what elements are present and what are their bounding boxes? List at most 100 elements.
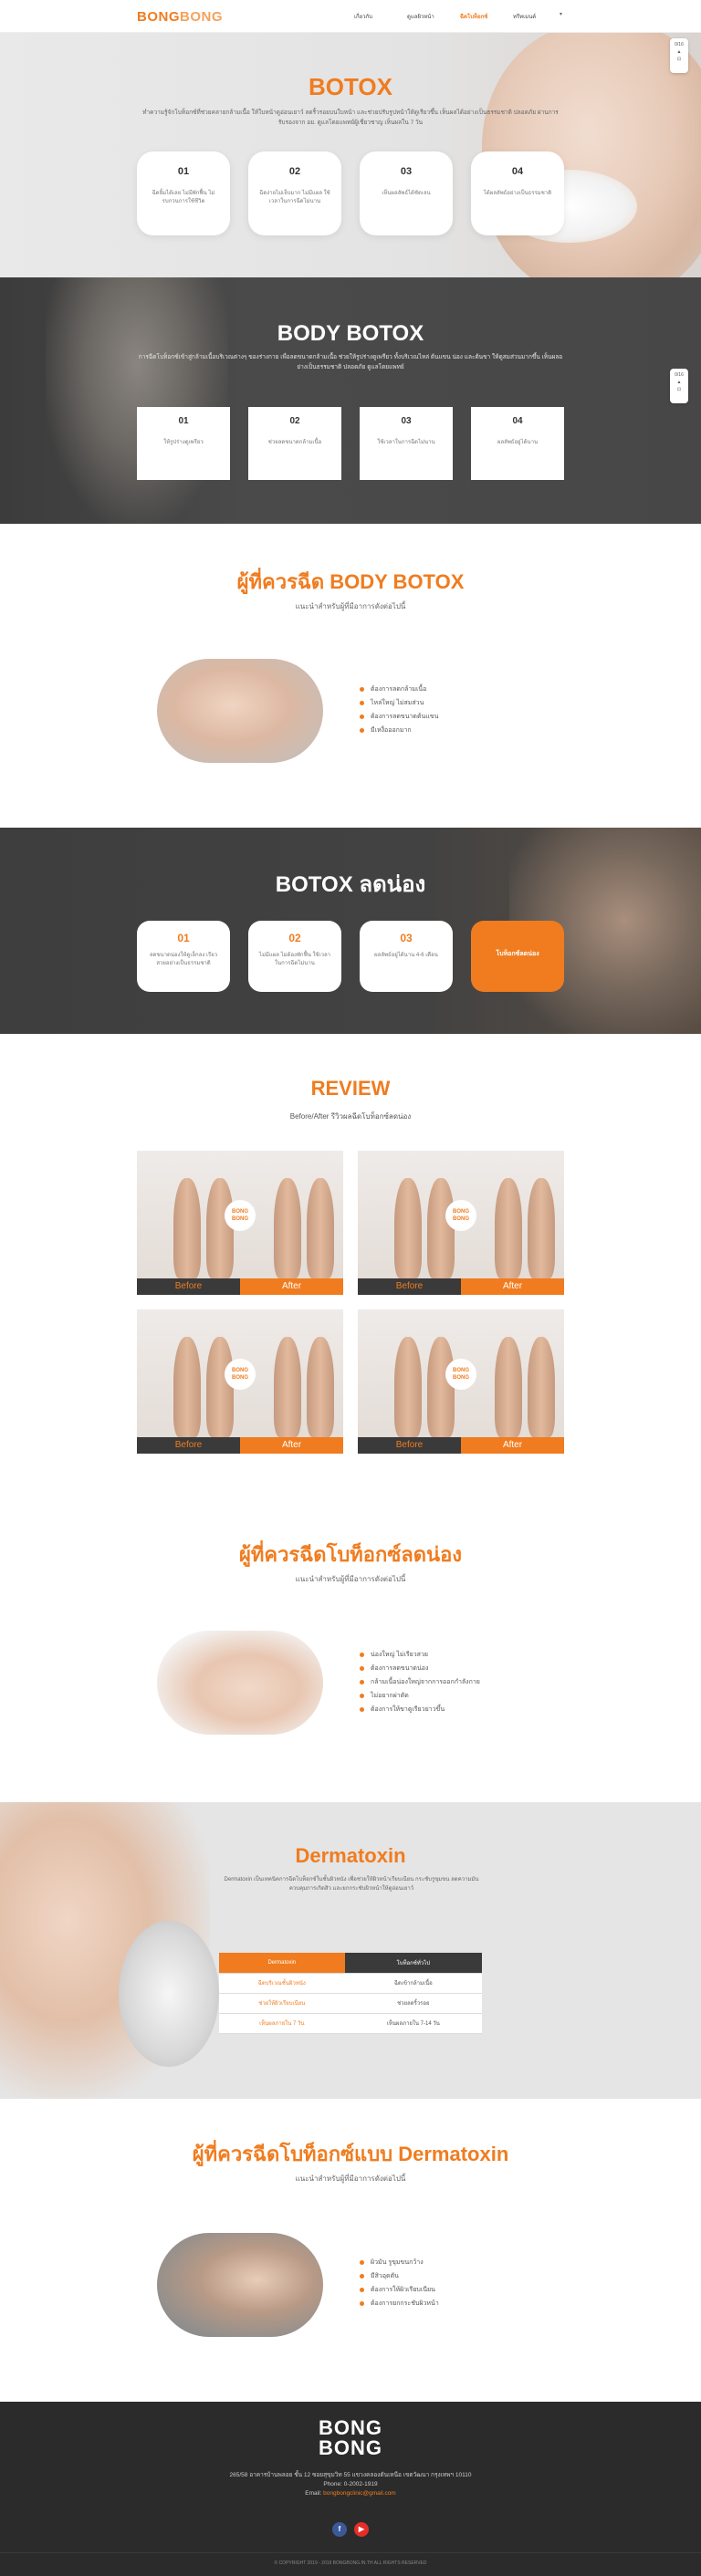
footer-logo-top: BONG <box>319 2416 382 2439</box>
table-cell: ฉีดบริเวณชั้นผิวหนัง <box>219 1973 345 1994</box>
scroll-up-icon[interactable]: ▲ <box>670 48 688 56</box>
card-text: ได้ผลลัพธ์อย่างเป็นธรรมชาติ <box>483 191 552 196</box>
list-item: น่องใหญ่ ไม่เรียวสวย <box>360 1648 570 1662</box>
page-counter-widget[interactable]: 0/16 ▲ ⊡ <box>670 38 688 73</box>
review-title: REVIEW <box>310 1077 391 1100</box>
footer-logo[interactable]: BONG BONG <box>0 2418 701 2458</box>
card-text: ผลลัพธ์อยู่ได้นาน 4-6 เดือน <box>374 953 438 958</box>
woman-mirror-image <box>157 2233 323 2337</box>
dermatoxin-title: Dermatoxin <box>295 1844 406 1867</box>
card-number: 04 <box>511 166 524 177</box>
before-after-bar: Before After <box>137 1278 343 1295</box>
nav-link-facial[interactable]: ดูแลผิวหน้า <box>407 12 460 21</box>
before-after-bar: Before After <box>358 1437 564 1454</box>
list-item: ต้องการให้ผิวเรียบเนียน <box>360 2283 570 2297</box>
leg-shape <box>206 1178 234 1278</box>
before-label: Before <box>358 1437 461 1454</box>
card-text: ช่วยลดขนาดกล้ามเนื้อ <box>267 440 322 445</box>
card-number: 02 <box>289 416 300 426</box>
after-label: After <box>461 1278 564 1295</box>
who-calf-title: ผู้ที่ควรฉีดโบท็อกซ์ลดน่อง <box>238 1543 463 1566</box>
before-label: Before <box>137 1278 240 1295</box>
legs-image <box>157 1631 323 1735</box>
shoulder-image <box>157 659 323 763</box>
list-item: ผิวมัน รูขุมขนกว้าง <box>360 2256 570 2269</box>
calf-cta-button[interactable]: โบท็อกซ์ลดน่อง <box>471 921 564 992</box>
nav-menu: เกี่ยวกับ ดูแลผิวหน้า ฉีดโบท็อกซ์ ทรีทเม… <box>354 12 566 21</box>
table-row: ช่วยให้ผิวเรียบเนียน ช่วยลดริ้วรอย <box>219 1993 482 2014</box>
card-text: ไม่มีแผล ไม่ต้องพักฟื้น ใช้เวลาในการฉีดไ… <box>258 953 331 966</box>
nav-link-about[interactable]: เกี่ยวกับ <box>354 12 407 21</box>
review-image[interactable]: BONG BONG Before After <box>358 1309 564 1454</box>
table-cell: ช่วยให้ผิวเรียบเนียน <box>219 1993 345 2014</box>
logo-part-1: BONG <box>137 9 180 25</box>
botox-benefit-card: 02 ฉีดง่ายไม่เจ็บมาก ไม่มีแผล ใช้เวลาในก… <box>248 151 341 235</box>
dermatoxin-comparison-table: Dermatoxin โบท็อกซ์ทั่วไป ฉีดบริเวณชั้นผ… <box>219 1953 482 2034</box>
leg-shape <box>427 1178 455 1278</box>
footer-email-label: Email: <box>305 2490 322 2497</box>
body-botox-card: 03 ใช้เวลาในการฉีดไม่นาน <box>360 407 453 480</box>
youtube-icon[interactable]: ▶ <box>354 2522 369 2537</box>
list-item: ต้องการลดกล้ามเนื้อ <box>360 683 570 696</box>
review-image[interactable]: BONG BONG Before After <box>137 1309 343 1454</box>
body-botox-section: BODY BOTOX การฉีดโบท็อกซ์เข้าสู่กล้ามเนื… <box>0 277 701 524</box>
who-dermatoxin-title: ผู้ที่ควรฉีดโบท็อกซ์แบบ Dermatoxin <box>192 2143 509 2165</box>
site-logo[interactable]: BONGBONG <box>137 9 223 25</box>
dermatoxin-description: Dermatoxin เป็นเทคนิคการฉีดโบท็อกซ์ในชั้… <box>224 1877 479 1892</box>
body-botox-card: 04 ผลลัพธ์อยู่ได้นาน <box>471 407 564 480</box>
list-item: ไหล่ใหญ่ ไม่สมส่วน <box>360 696 570 710</box>
review-subtitle: Before/After รีวิวผลฉีดโบท็อกซ์ลดน่อง <box>289 1112 412 1121</box>
calf-benefit-card: 02 ไม่มีแผล ไม่ต้องพักฟื้น ใช้เวลาในการฉ… <box>248 921 341 992</box>
botox-benefit-card: 03 เห็นผลลัพธ์ได้ชัดเจน <box>360 151 453 235</box>
who-dermatoxin-subtitle: แนะนำสำหรับผู้ที่มีอาการดังต่อไปนี้ <box>295 2174 406 2183</box>
card-number: 04 <box>512 416 523 426</box>
before-label: Before <box>358 1278 461 1295</box>
facebook-icon[interactable]: f <box>332 2522 347 2537</box>
page-counter-widget[interactable]: 0/16 ▲ ⊡ <box>670 369 688 403</box>
leg-shape <box>394 1178 422 1278</box>
botox-hero-section: BOTOX ทำความรู้จักโบท็อกซ์ที่ช่วยคลายกล้… <box>0 33 701 277</box>
list-item: ต้องการยกกระชับผิวหน้า <box>360 2297 570 2310</box>
table-cell: เห็นผลภายใน 7-14 วัน <box>344 2013 482 2034</box>
list-item: กล้ามเนื้อน่องใหญ่จากการออกกำลังกาย <box>360 1675 570 1689</box>
list-item: ต้องการลดขนาดต้นแขน <box>360 710 570 724</box>
card-text: เห็นผลลัพธ์ได้ชัดเจน <box>382 191 431 196</box>
bongbong-watermark: BONG BONG <box>225 1200 256 1231</box>
bongbong-watermark: BONG BONG <box>225 1359 256 1390</box>
card-text: ฉีดยิ้มได้เลย ไม่มีพักฟื้น ไม่รบกวนการใช… <box>152 191 215 204</box>
who-body-botox-list: ต้องการลดกล้ามเนื้อ ไหล่ใหญ่ ไม่สมส่วน ต… <box>360 683 570 737</box>
table-row: เห็นผลภายใน 7 วัน เห็นผลภายใน 7-14 วัน <box>219 2013 482 2034</box>
share-icon[interactable]: ⊡ <box>670 56 688 63</box>
leg-shape <box>528 1337 555 1437</box>
footer-address: 265/58 อาคารบ้านพลอย ชั้น 12 ซอยสุขุมวิท… <box>229 2472 472 2478</box>
card-number: 01 <box>178 416 189 426</box>
share-icon[interactable]: ⊡ <box>670 386 688 393</box>
list-item: มีเหงื่อออกมาก <box>360 724 570 737</box>
card-number: 02 <box>288 932 301 944</box>
review-image[interactable]: BONG BONG Before After <box>137 1151 343 1295</box>
review-image[interactable]: BONG BONG Before After <box>358 1151 564 1295</box>
card-number: 01 <box>177 932 190 944</box>
scroll-up-icon[interactable]: ▲ <box>670 379 688 386</box>
after-label: After <box>240 1437 343 1454</box>
card-number: 03 <box>401 416 412 426</box>
botox-calf-title: BOTOX ลดน่อง <box>275 872 426 897</box>
footer-email-link[interactable]: bongbongclinic@gmail.com <box>323 2490 396 2497</box>
botox-description: ทำความรู้จักโบท็อกซ์ที่ช่วยคลายกล้ามเนื้… <box>142 110 559 126</box>
footer: BONG BONG 265/58 อาคารบ้านพลอย ชั้น 12 ซ… <box>0 2402 701 2576</box>
card-text: ใช้เวลาในการฉีดไม่นาน <box>377 440 435 445</box>
table-header-row: Dermatoxin โบท็อกซ์ทั่วไป <box>219 1953 482 1974</box>
leg-shape <box>495 1178 522 1278</box>
top-navbar: BONGBONG เกี่ยวกับ ดูแลผิวหน้า ฉีดโบท็อก… <box>0 0 701 33</box>
after-label: After <box>240 1278 343 1295</box>
footer-contact: 265/58 อาคารบ้านพลอย ชั้น 12 ซอยสุขุมวิท… <box>0 2471 701 2498</box>
nav-link-botox[interactable]: ฉีดโบท็อกซ์ <box>460 12 513 21</box>
footer-email-row: Email: bongbongclinic@gmail.com <box>0 2489 701 2498</box>
body-botox-card: 02 ช่วยลดขนาดกล้ามเนื้อ <box>248 407 341 480</box>
list-item: ต้องการลดขนาดน่อง <box>360 1662 570 1675</box>
nav-dropdown-caret-icon[interactable]: ▾ <box>560 11 562 17</box>
table-header: Dermatoxin <box>219 1953 345 1974</box>
cta-label: โบท็อกซ์ลดน่อง <box>496 951 539 957</box>
body-botox-card: 01 ให้รูปร่างดูเพรียว <box>137 407 230 480</box>
nav-link-treatment[interactable]: ทรีทเมนต์ <box>513 12 566 21</box>
